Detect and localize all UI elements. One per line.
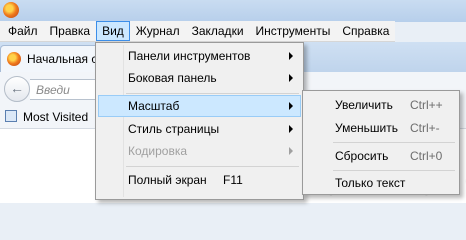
back-arrow-icon: ← xyxy=(10,80,24,96)
menu-item-zoom[interactable]: Масштаб xyxy=(98,95,301,117)
menu-history[interactable]: Журнал xyxy=(130,21,186,41)
menu-item-label: Уменьшить xyxy=(335,121,398,135)
menu-item-label: Стиль страницы xyxy=(128,122,220,136)
menu-help[interactable]: Справка xyxy=(336,21,395,41)
zoom-submenu: Увеличить Ctrl++ Уменьшить Ctrl+- Сброси… xyxy=(302,90,460,195)
menu-item-zoom-text-only[interactable]: Только текст xyxy=(305,172,457,194)
menu-bookmarks[interactable]: Закладки xyxy=(186,21,250,41)
menu-separator xyxy=(333,142,455,143)
menu-item-label: Кодировка xyxy=(128,144,188,158)
menu-item-label: Сбросить xyxy=(335,149,389,163)
window-titlebar xyxy=(0,0,466,22)
menu-separator xyxy=(126,93,299,94)
submenu-arrow-icon xyxy=(289,52,293,60)
menu-item-encoding: Кодировка xyxy=(98,140,301,162)
menu-item-toolbars[interactable]: Панели инструментов xyxy=(98,45,301,67)
menu-item-label: Боковая панель xyxy=(128,71,217,85)
url-bar[interactable]: Введи xyxy=(30,79,96,100)
view-menu-dropdown: Панели инструментов Боковая панель Масшт… xyxy=(95,42,304,200)
menu-item-page-style[interactable]: Стиль страницы xyxy=(98,118,301,140)
menu-item-shortcut: Ctrl++ xyxy=(410,98,443,112)
menu-item-zoom-out[interactable]: Уменьшить Ctrl+- xyxy=(305,117,457,139)
firefox-logo-icon xyxy=(7,52,21,66)
menu-item-label: Только текст xyxy=(335,176,406,190)
menu-item-shortcut: F11 xyxy=(223,173,243,187)
menu-item-label: Полный экран xyxy=(128,173,207,187)
menu-item-zoom-reset[interactable]: Сбросить Ctrl+0 xyxy=(305,145,457,167)
bookmark-most-visited[interactable]: Most Visited xyxy=(23,110,88,124)
menu-item-shortcut: Ctrl+- xyxy=(410,121,440,135)
tab-start-page[interactable]: Начальная с xyxy=(0,45,110,72)
submenu-arrow-icon xyxy=(289,74,293,82)
menu-item-label: Увеличить xyxy=(335,98,393,112)
submenu-arrow-icon xyxy=(289,147,293,155)
url-placeholder: Введи xyxy=(36,83,70,97)
menu-bar: Файл Правка Вид Журнал Закладки Инструме… xyxy=(0,21,395,42)
menu-item-shortcut: Ctrl+0 xyxy=(410,149,443,163)
menu-item-sidebar[interactable]: Боковая панель xyxy=(98,67,301,89)
menu-tools[interactable]: Инструменты xyxy=(250,21,337,41)
back-button[interactable]: ← xyxy=(4,76,30,102)
menu-item-label: Масштаб xyxy=(128,99,180,113)
menu-view[interactable]: Вид xyxy=(96,21,130,41)
menu-item-fullscreen[interactable]: Полный экран F11 xyxy=(98,169,301,191)
firefox-logo-icon[interactable] xyxy=(3,2,19,18)
submenu-arrow-icon xyxy=(289,102,293,110)
menu-edit[interactable]: Правка xyxy=(44,21,97,41)
bookmark-folder-icon xyxy=(5,110,17,122)
menu-item-label: Панели инструментов xyxy=(128,49,251,63)
menu-item-zoom-in[interactable]: Увеличить Ctrl++ xyxy=(305,94,457,116)
submenu-arrow-icon xyxy=(289,125,293,133)
menu-separator xyxy=(333,170,455,171)
menu-file[interactable]: Файл xyxy=(2,21,44,41)
menu-separator xyxy=(126,166,299,167)
